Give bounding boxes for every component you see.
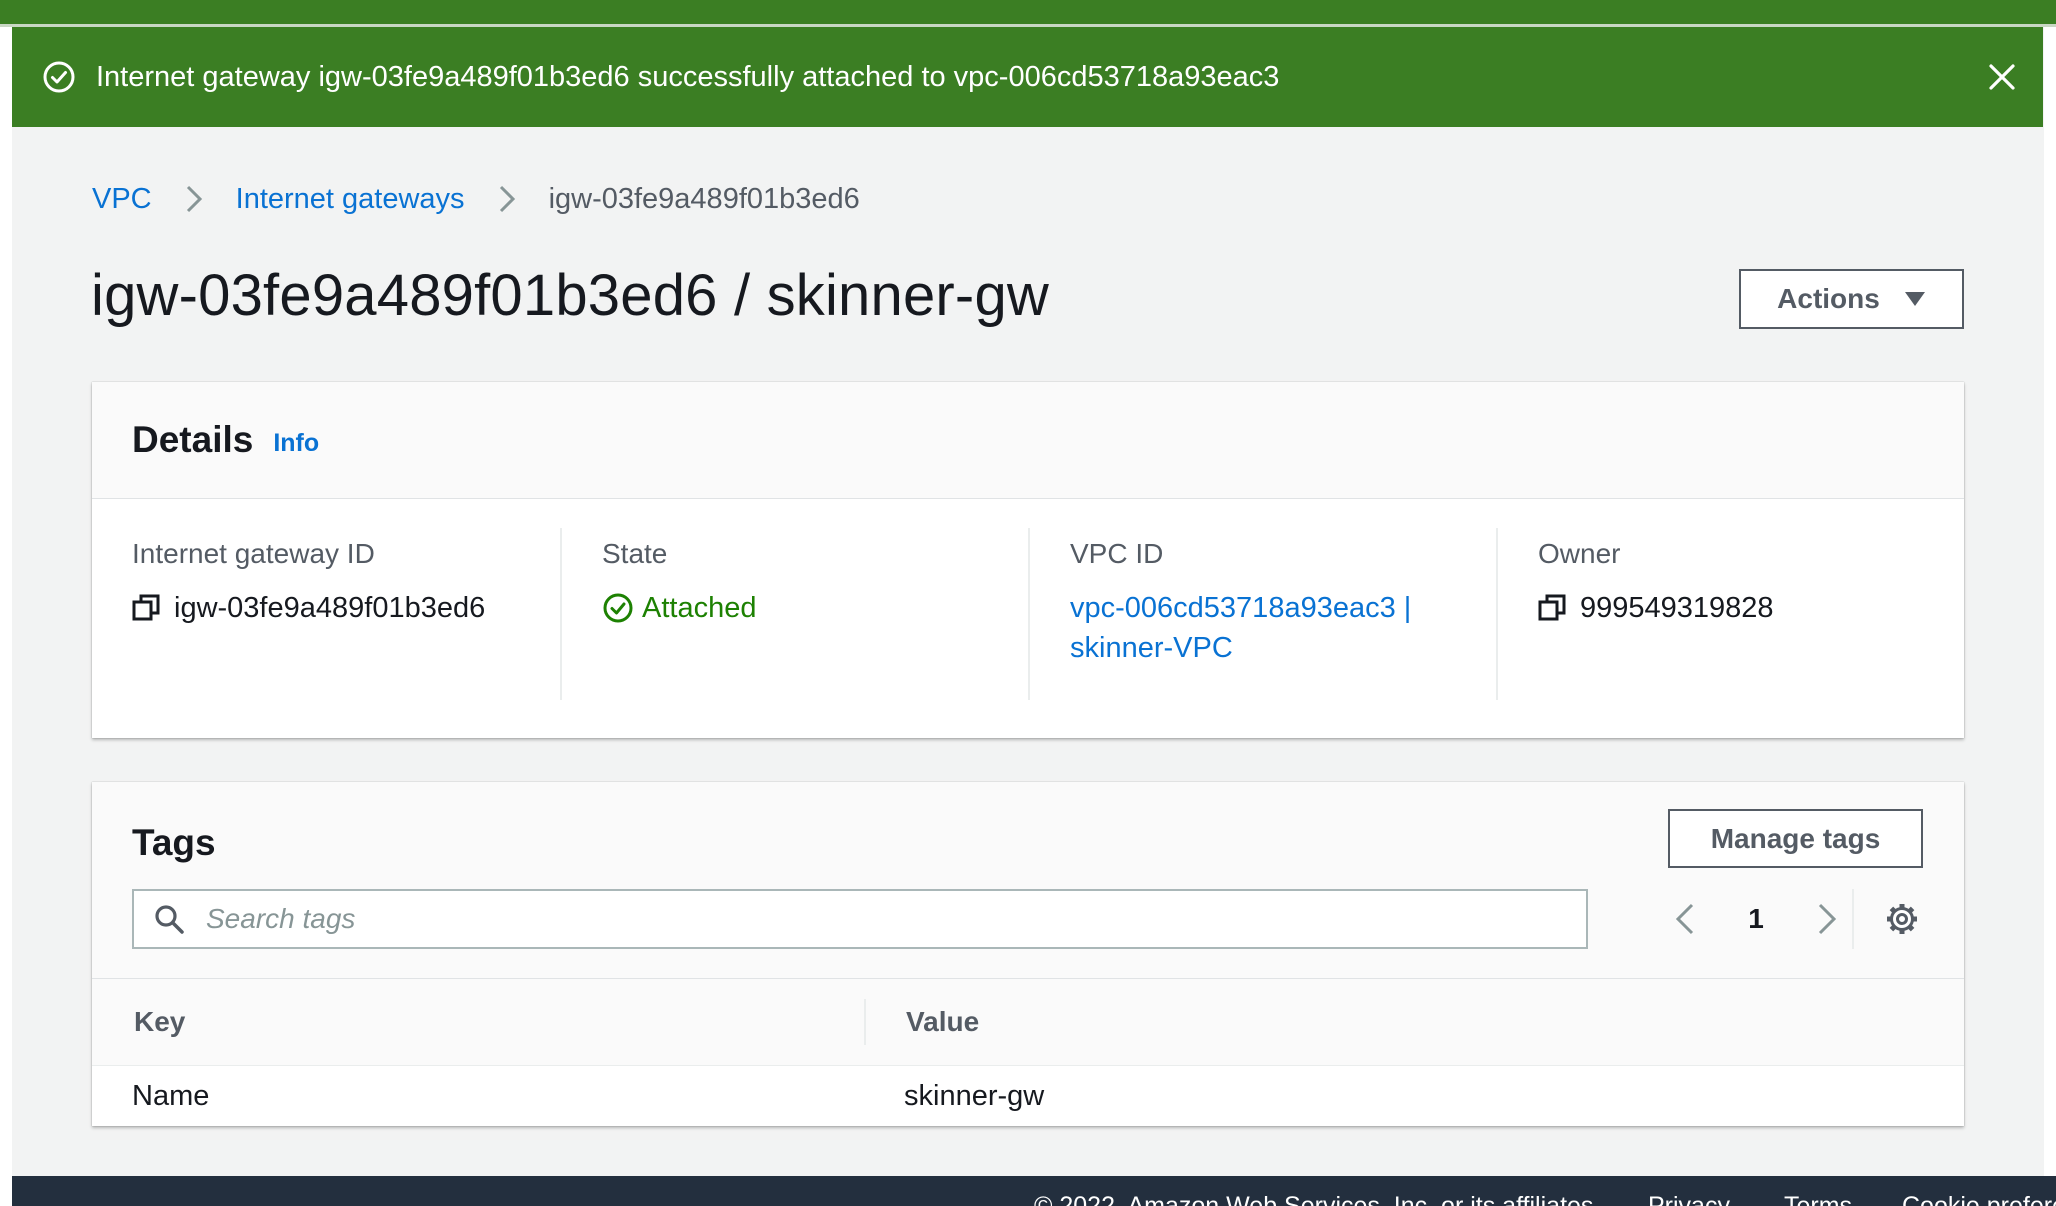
- breadcrumb: VPC Internet gateways igw-03fe9a489f01b3…: [92, 178, 860, 220]
- page-footer: © 2022, Amazon Web Services, Inc. or its…: [12, 1176, 2056, 1206]
- owner-text: 999549319828: [1580, 592, 1774, 624]
- breadcrumb-link-internet-gateways[interactable]: Internet gateways: [236, 183, 465, 216]
- tag-value-cell: skinner-gw: [904, 1079, 1045, 1112]
- tags-table-header: Key Value: [92, 979, 1964, 1066]
- gateway-id-field: Internet gateway ID igw-03fe9a489f01b3ed…: [92, 528, 562, 700]
- column-header-value[interactable]: Value: [906, 979, 979, 1065]
- gateway-id-value: igw-03fe9a489f01b3ed6: [132, 588, 562, 628]
- top-flash-stripe: [0, 0, 2056, 27]
- status-check-icon: [602, 592, 634, 624]
- next-page-icon[interactable]: [1814, 901, 1840, 937]
- current-page-number[interactable]: 1: [1726, 903, 1786, 935]
- owner-field: Owner 999549319828: [1496, 528, 1964, 700]
- previous-page-icon[interactable]: [1672, 901, 1698, 937]
- actions-button-label: Actions: [1777, 283, 1880, 314]
- copy-icon[interactable]: [132, 594, 160, 622]
- close-icon[interactable]: [1985, 60, 2019, 94]
- vpc-id-link-line2: skinner-VPC: [1070, 632, 1233, 664]
- gateway-id-label: Internet gateway ID: [132, 538, 375, 569]
- actions-button[interactable]: Actions: [1739, 269, 1964, 329]
- vpc-id-field: VPC ID vpc-006cd53718a93eac3 | skinner-V…: [1028, 528, 1498, 700]
- state-field: State Attached: [560, 528, 1030, 700]
- gear-icon[interactable]: [1884, 901, 1920, 937]
- state-value: Attached: [602, 588, 1030, 628]
- vpc-id-link-line1: vpc-006cd53718a93eac3 |: [1070, 592, 1412, 624]
- gateway-id-text: igw-03fe9a489f01b3ed6: [174, 592, 486, 624]
- vpc-id-value: vpc-006cd53718a93eac3 | skinner-VPC: [1070, 588, 1498, 668]
- pagination: 1: [1672, 894, 1840, 944]
- pagination-divider: [1852, 889, 1854, 949]
- page-right-edge: [2044, 0, 2056, 1206]
- footer-link-cookie-preferences[interactable]: Cookie preferences: [1902, 1192, 2056, 1206]
- check-circle-icon: [42, 60, 76, 94]
- breadcrumb-current: igw-03fe9a489f01b3ed6: [548, 182, 860, 215]
- manage-tags-button[interactable]: Manage tags: [1668, 809, 1923, 868]
- vpc-id-link[interactable]: vpc-006cd53718a93eac3 | skinner-VPC: [1070, 588, 1411, 668]
- status-badge: Attached: [642, 592, 757, 624]
- owner-label: Owner: [1538, 538, 1621, 569]
- details-header: Details Info: [92, 382, 1964, 499]
- details-grid: Internet gateway ID igw-03fe9a489f01b3ed…: [92, 528, 1964, 700]
- chevron-right-icon: [182, 184, 206, 214]
- details-panel: Details Info Internet gateway ID igw-03f…: [92, 382, 1964, 738]
- breadcrumb-link-vpc[interactable]: VPC: [92, 183, 152, 216]
- tags-panel: Tags Manage tags 1: [92, 782, 1964, 1126]
- flash-message: Internet gateway igw-03fe9a489f01b3ed6 s…: [96, 60, 1280, 93]
- search-tags-box: [132, 889, 1588, 949]
- vpc-id-label: VPC ID: [1070, 538, 1164, 569]
- tag-key-cell: Name: [132, 1079, 210, 1112]
- column-divider[interactable]: [864, 999, 866, 1045]
- page-left-edge: [0, 0, 12, 1206]
- page-title: igw-03fe9a489f01b3ed6 / skinner-gw: [91, 263, 1049, 328]
- footer-copyright: © 2022, Amazon Web Services, Inc. or its…: [1034, 1192, 1601, 1206]
- copy-icon[interactable]: [1538, 594, 1566, 622]
- details-heading: Details: [132, 419, 254, 460]
- column-header-key[interactable]: Key: [134, 979, 185, 1065]
- chevron-right-icon: [495, 184, 519, 214]
- table-row: Name skinner-gw: [92, 1066, 1964, 1126]
- tags-heading: Tags: [132, 822, 216, 863]
- footer-link-privacy[interactable]: Privacy: [1648, 1192, 1730, 1206]
- search-tags-input[interactable]: [204, 898, 1586, 940]
- tags-header: Tags Manage tags 1: [92, 782, 1964, 979]
- caret-down-icon: [1904, 291, 1926, 307]
- owner-value: 999549319828: [1538, 588, 1964, 628]
- success-flashbar: Internet gateway igw-03fe9a489f01b3ed6 s…: [12, 27, 2043, 127]
- search-icon: [154, 904, 184, 934]
- footer-link-terms[interactable]: Terms: [1784, 1192, 1852, 1206]
- info-link[interactable]: Info: [273, 429, 319, 458]
- state-label: State: [602, 538, 668, 569]
